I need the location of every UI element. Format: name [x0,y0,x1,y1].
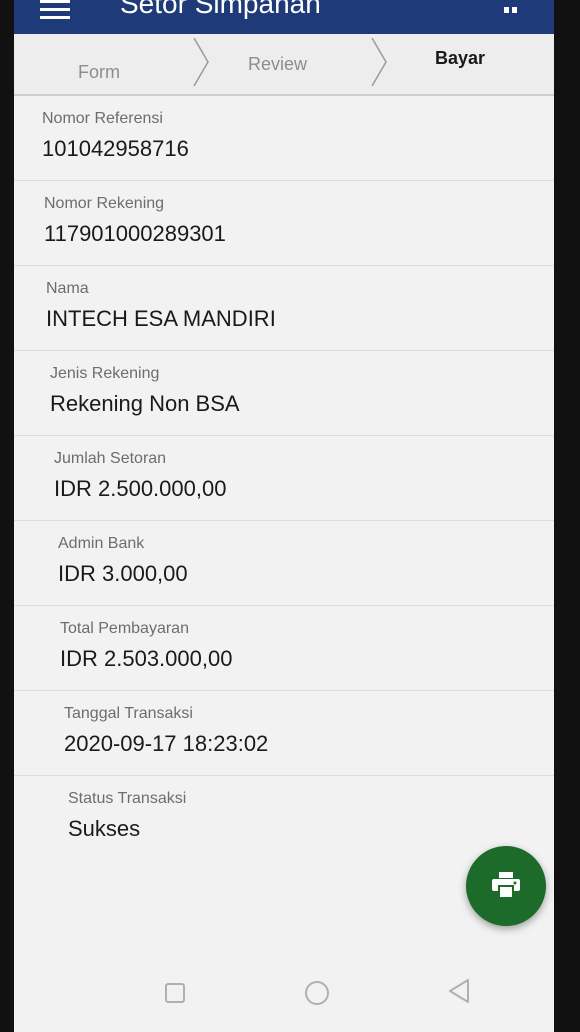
field-nama: Nama INTECH ESA MANDIRI [14,266,554,351]
home-icon[interactable] [304,980,330,1006]
field-label: Tanggal Transaksi [64,705,193,722]
field-label: Admin Bank [58,535,145,552]
app-screen: Setor Simpanan Form Review Bayar Nomor R… [14,0,554,1032]
field-value: IDR 2.500.000,00 [54,476,227,501]
field-value: 117901000289301 [44,221,226,246]
field-label: Nomor Rekening [44,195,165,212]
step-review: Review [248,54,308,74]
back-icon[interactable] [448,978,470,1004]
field-total-pembayaran: Total Pembayaran IDR 2.503.000,00 [14,606,554,691]
recent-apps-icon[interactable] [164,982,186,1004]
field-status-transaksi: Status Transaksi Sukses [14,776,554,860]
status-value: Sukses [68,816,141,841]
progress-stepper: Form Review Bayar [14,34,554,96]
system-navigation-bar [14,960,554,1032]
field-label: Jumlah Setoran [54,450,167,467]
field-value: IDR 2.503.000,00 [60,646,233,671]
phone-frame: Setor Simpanan Form Review Bayar Nomor R… [14,0,554,1032]
step-form: Form [78,62,120,82]
field-label: Status Transaksi [68,790,187,807]
field-nomor-referensi: Nomor Referensi 101042958716 [14,96,554,181]
field-label: Nama [46,280,89,297]
field-admin-bank: Admin Bank IDR 3.000,00 [14,521,554,606]
field-jenis-rekening: Jenis Rekening Rekening Non BSA [14,351,554,436]
field-label: Jenis Rekening [50,365,160,382]
field-jumlah-setoran: Jumlah Setoran IDR 2.500.000,00 [14,436,554,521]
page-title: Setor Simpanan [120,0,321,19]
print-button[interactable] [466,846,546,926]
hamburger-menu-icon[interactable] [40,0,70,20]
field-value: IDR 3.000,00 [58,561,188,586]
field-value: 2020-09-17 18:23:02 [64,731,269,756]
field-value: INTECH ESA MANDIRI [46,306,276,331]
field-label: Nomor Referensi [42,110,163,127]
more-icon[interactable] [504,0,520,13]
app-bar: Setor Simpanan [14,0,554,34]
field-label: Total Pembayaran [60,620,189,637]
field-value: 101042958716 [42,136,189,161]
field-value: Rekening Non BSA [50,391,240,416]
print-icon [492,872,520,898]
field-nomor-rekening: Nomor Rekening 117901000289301 [14,181,554,266]
step-chevron-icon [193,38,209,86]
step-chevron-icon [371,38,387,86]
step-bayar: Bayar [435,48,486,68]
field-tanggal-transaksi: Tanggal Transaksi 2020-09-17 18:23:02 [14,691,554,776]
transaction-details: Nomor Referensi 101042958716 Nomor Reken… [14,96,554,860]
